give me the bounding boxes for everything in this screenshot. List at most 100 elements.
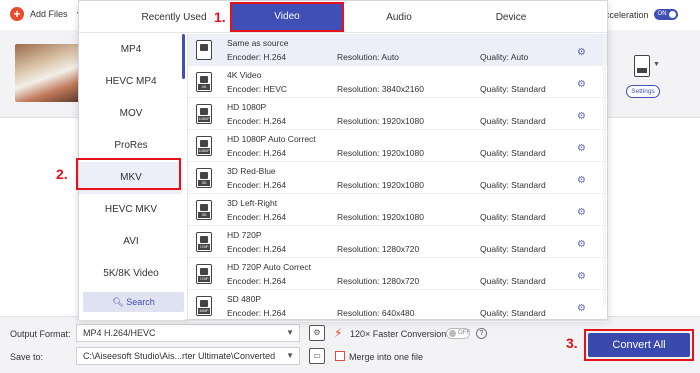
gear-icon[interactable]: ⚙ (577, 240, 586, 250)
preset-encoder: Encoder: H.264 (227, 276, 287, 286)
video-file-icon (196, 40, 212, 60)
folder-icon[interactable]: ▭ (309, 348, 325, 364)
preset-row[interactable]: Same as source Encoder: H.264 Resolution: … (188, 34, 607, 66)
format-item-avi[interactable]: AVI (79, 226, 183, 258)
preset-name: 4K Video (227, 70, 262, 80)
preset-name: Same as source (227, 38, 289, 48)
preset-resolution: Resolution: 640x480 (337, 308, 415, 318)
preset-quality: Quality: Standard (480, 116, 546, 126)
gear-icon[interactable]: ⚙ (577, 272, 586, 282)
output-format-select[interactable]: MP4 H.264/HEVC ▼ (76, 324, 300, 342)
preset-name: HD 720P Auto Correct (227, 262, 311, 272)
preset-name: 3D Red-Blue (227, 166, 276, 176)
chevron-down-icon: ▼ (286, 351, 294, 360)
chevron-down-icon[interactable]: ▼ (653, 61, 660, 68)
preset-quality: Quality: Standard (480, 84, 546, 94)
preset-quality: Quality: Auto (480, 52, 529, 62)
hardware-acceleration: cceleration ON (605, 9, 678, 20)
preset-resolution: Resolution: Auto (337, 52, 399, 62)
preset-quality: Quality: Standard (480, 244, 546, 254)
preset-row[interactable]: 480P SD 480P Encoder: H.264 Resolution: 640… (188, 290, 607, 322)
search-label: Search (126, 297, 155, 307)
format-item-5k-8k[interactable]: 5K/8K Video (79, 258, 183, 290)
preset-row[interactable]: 720P HD 720P Encoder: H.264 Resolution: 128… (188, 226, 607, 258)
add-files-button[interactable]: + Add Files ▼ (10, 7, 82, 21)
gear-icon[interactable]: ⚙ (577, 208, 586, 218)
lightning-icon: ⚡ (334, 326, 343, 340)
output-format-value: MP4 H.264/HEVC (83, 328, 156, 338)
video-file-icon: 3D (196, 200, 212, 220)
preset-encoder: Encoder: H.264 (227, 308, 287, 318)
preset-row[interactable]: 4K 4K Video Encoder: HEVC Resolution: 3840x… (188, 66, 607, 98)
gear-icon[interactable]: ⚙ (577, 112, 586, 122)
format-item-hevc-mp4[interactable]: HEVC MP4 (79, 66, 183, 98)
format-item-mp4[interactable]: MP4 (79, 34, 183, 66)
step-3-label: 3. (566, 335, 578, 351)
preset-name: HD 720P (227, 230, 262, 240)
gear-icon[interactable]: ⚙ (577, 176, 586, 186)
preset-name: 3D Left-Right (227, 198, 278, 208)
preset-row[interactable]: 1080P HD 1080P Encoder: H.264 Resolution: 1… (188, 98, 607, 130)
format-item-mov[interactable]: MOV (79, 98, 183, 130)
preset-resolution: Resolution: 1280x720 (337, 276, 420, 286)
video-file-icon: 720P (196, 232, 212, 252)
format-list-scrollbar[interactable] (182, 34, 185, 79)
help-icon[interactable]: ? (476, 328, 487, 339)
preset-resolution: Resolution: 1920x1080 (337, 148, 424, 158)
preset-resolution: Resolution: 1920x1080 (337, 180, 424, 190)
tab-recently-used[interactable]: Recently Used (119, 1, 229, 33)
preset-resolution: Resolution: 1280x720 (337, 244, 420, 254)
gear-icon[interactable]: ⚙ (577, 48, 586, 58)
preset-quality: Quality: Standard (480, 212, 546, 222)
preset-quality: Quality: Standard (480, 148, 546, 158)
preset-quality: Quality: Standard (480, 308, 546, 318)
faster-conversion-toggle[interactable]: OFF (446, 328, 470, 339)
video-thumbnail[interactable] (15, 44, 81, 102)
preset-name: HD 1080P Auto Correct (227, 134, 316, 144)
acceleration-toggle[interactable]: ON (653, 9, 678, 20)
tab-audio[interactable]: Audio (344, 1, 454, 33)
save-to-value: C:\Aiseesoft Studio\Ais...rter Ultimate\… (83, 351, 276, 361)
preset-name: SD 480P (227, 294, 262, 304)
preset-encoder: Encoder: H.264 (227, 116, 287, 126)
video-tab-highlight (230, 2, 344, 32)
convert-all-highlight (584, 329, 694, 361)
acceleration-label: cceleration (605, 9, 649, 20)
step-1-label: 1. (214, 9, 226, 25)
format-settings-icon[interactable]: ⚙ (309, 325, 325, 341)
preset-list-scrollbar[interactable] (603, 35, 606, 305)
faster-conversion-label: 120× Faster Conversion (350, 329, 447, 339)
preset-row[interactable]: 3D 3D Left-Right Encoder: H.264 Resolution:… (188, 194, 607, 226)
settings-button[interactable]: Settings (626, 85, 660, 98)
video-file-icon: 1080P (196, 104, 212, 124)
preset-resolution: Resolution: 3840x2160 (337, 84, 424, 94)
save-to-select[interactable]: C:\Aiseesoft Studio\Ais...rter Ultimate\… (76, 347, 300, 365)
video-file-icon: 4K (196, 72, 212, 92)
preset-row[interactable]: 3D 3D Red-Blue Encoder: H.264 Resolution: 1… (188, 162, 607, 194)
search-button[interactable]: 🔍︎ Search (83, 292, 184, 312)
chevron-down-icon: ▼ (286, 328, 294, 337)
preset-encoder: Encoder: H.264 (227, 180, 287, 190)
merge-checkbox[interactable] (335, 351, 345, 361)
gear-icon[interactable]: ⚙ (577, 144, 586, 154)
search-icon: 🔍︎ (112, 297, 124, 307)
output-format-label: Output Format: (10, 329, 71, 339)
video-file-icon: 3D (196, 168, 212, 188)
output-format-icon[interactable] (634, 55, 650, 77)
video-file-icon: 720P (196, 264, 212, 284)
preset-quality: Quality: Standard (480, 276, 546, 286)
gear-icon[interactable]: ⚙ (577, 80, 586, 90)
gear-icon[interactable]: ⚙ (577, 304, 586, 314)
format-item-hevc-mkv[interactable]: HEVC MKV (79, 194, 183, 226)
preset-encoder: Encoder: HEVC (227, 84, 287, 94)
preset-resolution: Resolution: 1920x1080 (337, 116, 424, 126)
preset-resolution: Resolution: 1920x1080 (337, 212, 424, 222)
preset-encoder: Encoder: H.264 (227, 212, 287, 222)
mkv-highlight (76, 158, 181, 190)
video-file-icon: 1080P (196, 136, 212, 156)
tab-device[interactable]: Device (456, 1, 566, 33)
preset-name: HD 1080P (227, 102, 267, 112)
preset-row[interactable]: 1080P HD 1080P Auto Correct Encoder: H.264… (188, 130, 607, 162)
preset-encoder: Encoder: H.264 (227, 52, 287, 62)
preset-row[interactable]: 720P HD 720P Auto Correct Encoder: H.264 Re… (188, 258, 607, 290)
